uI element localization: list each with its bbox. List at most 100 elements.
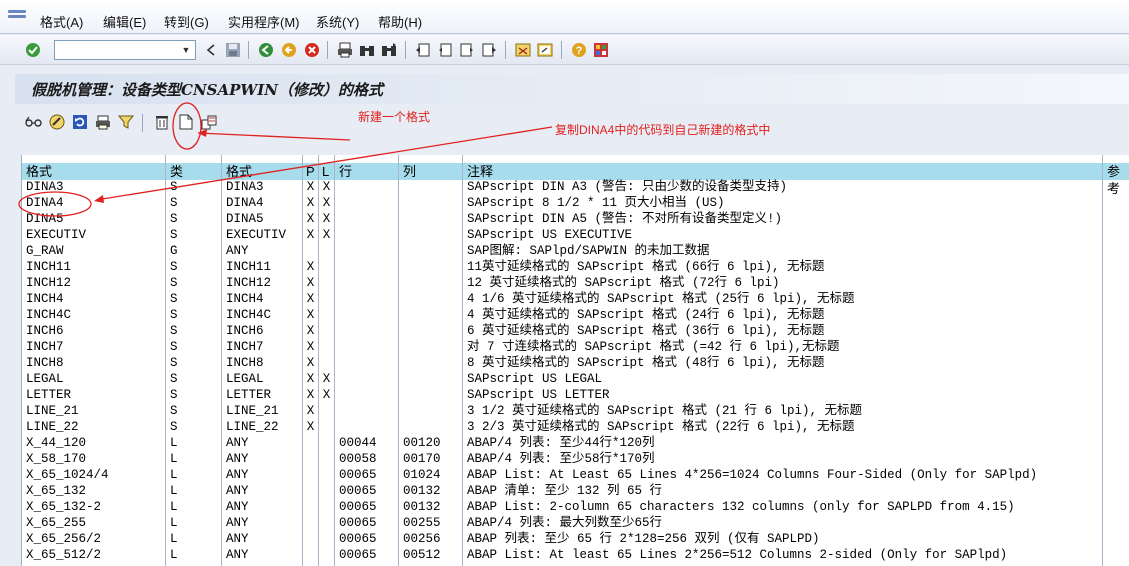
help-icon[interactable]: ?	[570, 41, 588, 59]
table-row[interactable]: LINE_21 S LINE_21 X 3 1/2 英寸延续格式的 SAPscript …	[22, 403, 1129, 419]
table-row[interactable]: INCH8 S INCH8 X 8 英寸延续格式的 SAPscript 格式 (48行 …	[22, 355, 1129, 371]
cell-lines: 00065	[339, 516, 377, 530]
save-icon[interactable]	[224, 41, 242, 59]
table-row[interactable]: G_RAW G ANY SAP图解: SAPlpd/SAPWIN 的未加工数据	[22, 243, 1129, 259]
glasses-icon[interactable]	[25, 113, 43, 131]
cell-class: S	[170, 388, 178, 402]
column-header-format-2[interactable]: 格式	[222, 163, 252, 180]
new-session-icon[interactable]	[514, 41, 532, 59]
enter-icon[interactable]	[24, 41, 42, 59]
table-row[interactable]: DINA5 S DINA5 X X SAPscript DIN A5 (警告: 不对所有设…	[22, 211, 1129, 227]
last-page-icon[interactable]	[480, 41, 498, 59]
cell-format[interactable]: INCH7	[22, 339, 64, 355]
cell-columns	[399, 419, 403, 435]
shortcut-icon[interactable]	[536, 41, 554, 59]
column-header-p[interactable]: P	[303, 163, 315, 180]
cell-format[interactable]: INCH8	[22, 355, 64, 371]
filter-icon[interactable]	[117, 113, 135, 131]
cell-format[interactable]: LINE_22	[22, 419, 79, 435]
cell-format[interactable]: X_65_256/2	[22, 531, 101, 547]
cell-format[interactable]: X_65_512/2	[22, 547, 101, 563]
column-header-l[interactable]: L	[319, 163, 329, 180]
print-icon[interactable]	[336, 41, 354, 59]
copy-icon[interactable]	[200, 113, 218, 131]
menu-edit[interactable]: 编辑(E)	[103, 12, 146, 31]
table-row[interactable]: X_65_1024/4 L ANY 00065 01024 ABAP List: At L…	[22, 467, 1129, 483]
column-header-lines[interactable]: 行	[335, 163, 352, 180]
table-row[interactable]: DINA4 S DINA4 X X SAPscript 8 1/2 * 11 页大小相当 …	[22, 195, 1129, 211]
cell-format[interactable]: X_44_120	[22, 435, 86, 451]
menu-utilities[interactable]: 实用程序(M)	[228, 12, 300, 31]
cell-class: L	[170, 452, 178, 466]
back-nav-icon[interactable]	[257, 41, 275, 59]
column-header-columns[interactable]: 列	[399, 163, 416, 180]
change-icon[interactable]	[48, 113, 66, 131]
table-row[interactable]: X_65_132-2 L ANY 00065 00132 ABAP List: 2-col…	[22, 499, 1129, 515]
cell-format[interactable]: G_RAW	[22, 243, 64, 259]
cell-columns: 00170	[403, 452, 441, 466]
svg-text:?: ?	[576, 45, 583, 57]
table-row[interactable]: LINE_22 S LINE_22 X 3 2/3 英寸延续格式的 SAPscript …	[22, 419, 1129, 435]
column-header-class[interactable]: 类	[166, 163, 183, 180]
table-row[interactable]: LETTER S LETTER X X SAPscript US LETTER	[22, 387, 1129, 403]
table-row[interactable]: INCH12 S INCH12 X 12 英寸延续格式的 SAPscript 格式 (7…	[22, 275, 1129, 291]
refresh-icon[interactable]	[71, 113, 89, 131]
table-row[interactable]: X_58_170 L ANY 00058 00170 ABAP/4 列表: 至少58行*1…	[22, 451, 1129, 467]
column-header-comment[interactable]: 注释	[463, 163, 493, 180]
cell-format[interactable]: X_65_132	[22, 483, 86, 499]
table-row[interactable]: LEGAL S LEGAL X X SAPscript US LEGAL	[22, 371, 1129, 387]
table-row[interactable]: X_65_132 L ANY 00065 00132 ABAP 清单: 至少 132 列 …	[22, 483, 1129, 499]
first-page-icon[interactable]	[414, 41, 432, 59]
menu-system[interactable]: 系统(Y)	[316, 12, 359, 31]
cell-format[interactable]: LEGAL	[22, 371, 64, 387]
cell-format[interactable]: EXECUTIV	[22, 227, 86, 243]
cell-format[interactable]: X_65_1024/4	[22, 467, 109, 483]
layout-menu-icon[interactable]	[592, 41, 610, 59]
cell-format[interactable]: INCH12	[22, 275, 71, 291]
table-row[interactable]: DINA3 S DINA3 X X SAPscript DIN A3 (警告: 只由少数的…	[22, 179, 1129, 195]
cell-comment: ABAP 列表: 至少 65 行 2*128=256 双列 (仅有 SAPLPD…	[467, 532, 820, 546]
cell-format[interactable]: X_65_132-2	[22, 499, 101, 515]
column-header-format[interactable]: 格式	[22, 163, 52, 180]
cell-format[interactable]: LETTER	[22, 387, 71, 403]
cell-format[interactable]: INCH4	[22, 291, 64, 307]
menu-format[interactable]: 格式(A)	[40, 12, 83, 31]
next-page-icon[interactable]	[458, 41, 476, 59]
cell-format[interactable]: INCH4C	[22, 307, 71, 323]
table-row[interactable]: INCH4C S INCH4C X 4 英寸延续格式的 SAPscript 格式 (24…	[22, 307, 1129, 323]
find-next-icon[interactable]	[380, 41, 398, 59]
find-icon[interactable]	[358, 41, 376, 59]
table-row[interactable]: X_65_256/2 L ANY 00065 00256 ABAP 列表: 至少 65 行…	[22, 531, 1129, 547]
cell-format[interactable]: DINA5	[22, 211, 64, 227]
table-row[interactable]: INCH4 S INCH4 X 4 1/6 英寸延续格式的 SAPscript 格式 (…	[22, 291, 1129, 307]
cell-format[interactable]: DINA4	[22, 195, 64, 211]
create-icon[interactable]	[177, 113, 195, 131]
cell-format[interactable]: INCH6	[22, 323, 64, 339]
back-icon[interactable]	[202, 41, 220, 59]
print-format-icon[interactable]	[94, 113, 112, 131]
prev-page-icon[interactable]	[436, 41, 454, 59]
cell-p: X	[306, 276, 315, 290]
cell-format[interactable]: X_58_170	[22, 451, 86, 467]
cancel-icon[interactable]	[303, 41, 321, 59]
table-row[interactable]: EXECUTIV S EXECUTIV X X SAPscript US EXECUTIV…	[22, 227, 1129, 243]
cell-lines: 00065	[339, 500, 377, 514]
table-row[interactable]: X_65_255 L ANY 00065 00255 ABAP/4 列表: 最大列数至少6…	[22, 515, 1129, 531]
cell-format[interactable]: DINA3	[22, 179, 64, 195]
chevron-down-icon[interactable]: ▼	[178, 41, 194, 59]
column-header-reference[interactable]: 参考	[1103, 163, 1129, 196]
table-row[interactable]: INCH6 S INCH6 X 6 英寸延续格式的 SAPscript 格式 (36行 …	[22, 323, 1129, 339]
sap-menu-icon[interactable]	[8, 10, 26, 24]
cell-format[interactable]: LINE_21	[22, 403, 79, 419]
table-row[interactable]: INCH7 S INCH7 X 对 7 寸连续格式的 SAPscript 格式 (=42…	[22, 339, 1129, 355]
cell-format[interactable]: INCH11	[22, 259, 71, 275]
menu-help[interactable]: 帮助(H)	[378, 12, 422, 31]
exit-icon[interactable]	[280, 41, 298, 59]
cell-format[interactable]: X_65_255	[22, 515, 86, 531]
command-field[interactable]	[54, 40, 196, 60]
delete-icon[interactable]	[153, 113, 171, 131]
menu-goto[interactable]: 转到(G)	[164, 12, 209, 31]
table-row[interactable]: X_44_120 L ANY 00044 00120 ABAP/4 列表: 至少44行*1…	[22, 435, 1129, 451]
table-row[interactable]: INCH11 S INCH11 X 11英寸延续格式的 SAPscript 格式 (66…	[22, 259, 1129, 275]
table-row[interactable]: X_65_512/2 L ANY 00065 00512 ABAP List: At le…	[22, 547, 1129, 563]
